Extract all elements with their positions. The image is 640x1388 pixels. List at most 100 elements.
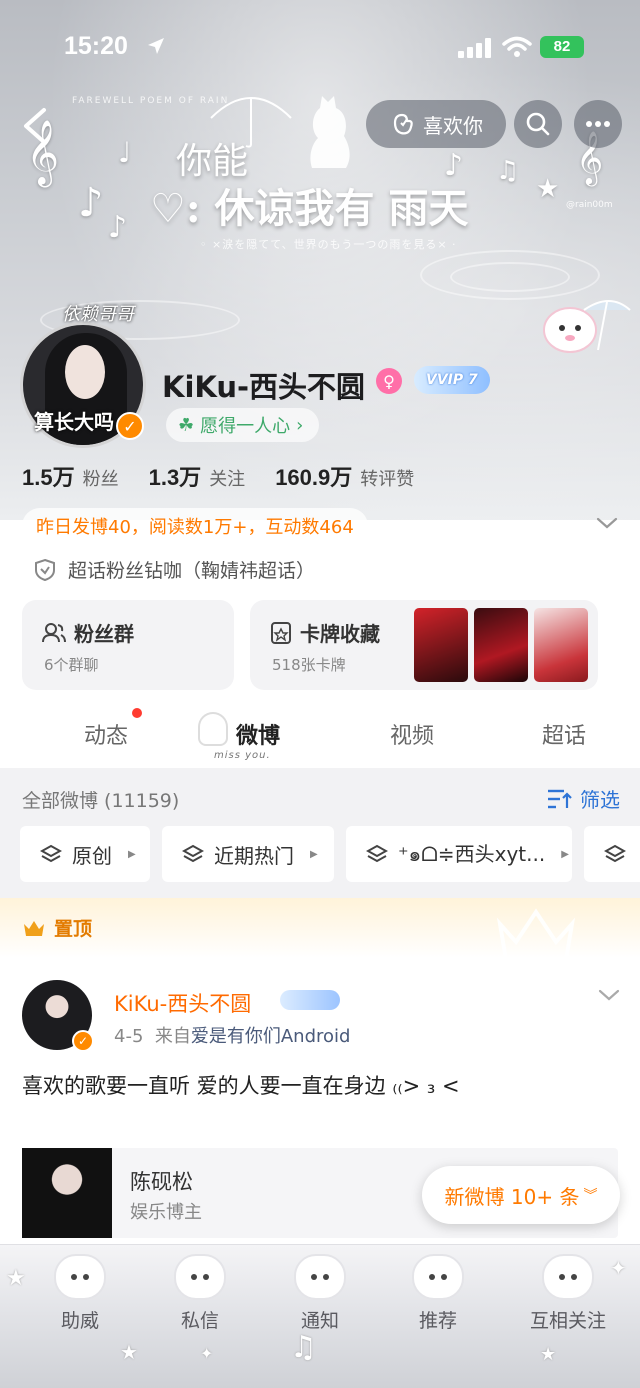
bottom-label: 私信 xyxy=(180,1310,219,1332)
pinned-label: 置顶 xyxy=(54,918,93,940)
ghost-sticker-icon xyxy=(198,712,228,746)
chip-label: 原创 xyxy=(72,843,112,868)
filter-chip-topic[interactable]: ⁺๑ᗝ≑西头xyt... ▶ xyxy=(346,826,572,882)
motto-badge[interactable]: ☘ 愿得一人心 › xyxy=(166,408,320,442)
star-icon: ★ xyxy=(536,174,560,204)
post-author-name[interactable]: KiKu-西头不圆 xyxy=(114,988,251,1018)
layers-icon xyxy=(182,844,204,863)
more-button[interactable] xyxy=(574,100,622,148)
fans-group-card[interactable]: 粉丝群 6个群聊 xyxy=(22,600,234,690)
bottom-recommend[interactable]: 推荐 xyxy=(388,1254,488,1333)
bottom-notify[interactable]: 通知 xyxy=(270,1254,370,1333)
filter-icon xyxy=(548,789,572,808)
ripple-decoration xyxy=(450,262,570,292)
status-time: 15:20 xyxy=(64,32,128,60)
signal-icon xyxy=(458,38,491,58)
profile-stats: 1.5万 粉丝 1.3万 关注 160.9万 转评赞 xyxy=(22,460,444,492)
layers-icon xyxy=(40,844,62,863)
filter-chip-more[interactable] xyxy=(584,826,640,882)
fans-group-title-row: 粉丝群 xyxy=(42,618,134,647)
verified-badge-icon: ✓ xyxy=(116,412,144,440)
like-hand-icon xyxy=(393,113,413,135)
stat-value: 160.9万 xyxy=(275,465,353,490)
card-collection-card[interactable]: 卡牌收藏 518张卡牌 xyxy=(250,600,598,690)
chevron-right-icon: › xyxy=(296,414,304,436)
tab-decoration-text: miss you. xyxy=(214,750,271,761)
bottom-message[interactable]: 私信 xyxy=(150,1254,250,1333)
stat-value: 1.3万 xyxy=(148,465,202,490)
pinned-label-row: 置顶 xyxy=(22,914,92,941)
profile-tabs: 动态 微博 视频 超话 xyxy=(0,700,640,766)
stat-following[interactable]: 1.3万 关注 xyxy=(149,460,246,492)
post-source[interactable]: 爱是有你们Android xyxy=(191,1026,351,1047)
filter-label: 筛选 xyxy=(580,788,620,812)
location-arrow-icon xyxy=(148,38,164,54)
card-collection-title-row: 卡牌收藏 xyxy=(270,618,380,647)
all-posts-count: 全部微博 (11159) xyxy=(22,790,180,812)
verified-badge-icon: ✓ xyxy=(72,1030,94,1052)
cat-sticker-icon xyxy=(543,300,631,353)
like-you-button[interactable]: 喜欢你 xyxy=(366,100,506,148)
post-body-text: 喜欢的歌要一直听 爱的人要一直在身边 ₍₍> ₃ < xyxy=(22,1074,460,1098)
filter-button[interactable]: 筛选 xyxy=(546,784,620,813)
tab-video[interactable]: 视频 xyxy=(390,718,434,750)
double-chevron-down-icon: ︾ xyxy=(583,1188,598,1204)
post-meta: 4-5 来自爱是有你们Android xyxy=(114,1022,350,1048)
music-note-icon: ♪ xyxy=(78,180,104,226)
chevron-down-icon[interactable] xyxy=(596,516,618,530)
notify-sticker-icon xyxy=(294,1254,346,1300)
card-thumbnail xyxy=(474,608,528,682)
group-icon xyxy=(42,622,66,642)
vip-badge-icon xyxy=(280,990,340,1010)
stat-interactions[interactable]: 160.9万 转评赞 xyxy=(275,460,414,492)
repost-name: 陈砚松 xyxy=(130,1170,193,1194)
avatar-tag-top: 依赖哥哥 xyxy=(62,304,134,325)
message-sticker-icon xyxy=(174,1254,226,1300)
layers-icon xyxy=(366,844,388,863)
avatar-tag-bottom: 算长大吗 xyxy=(34,410,114,434)
chip-arrow-icon: ▶ xyxy=(128,848,136,860)
card-icon xyxy=(271,621,291,644)
chip-label: 近期热门 xyxy=(214,843,294,868)
cat-silhouette-icon xyxy=(310,96,350,168)
card-collection-title: 卡牌收藏 xyxy=(300,622,380,646)
battery-indicator: 82 xyxy=(540,36,584,58)
chevron-down-icon[interactable] xyxy=(598,988,620,1002)
search-icon xyxy=(526,112,550,136)
tab-weibo[interactable]: 微博 xyxy=(236,718,280,750)
banner-subline: ◦ ×涙を隠てて、世界のもう一つの雨を見る× · xyxy=(200,238,457,251)
shield-icon xyxy=(35,558,55,581)
wifi-icon xyxy=(502,36,532,57)
bottom-cheer[interactable]: 助威 xyxy=(30,1254,130,1333)
super-topic-badge[interactable]: 超话粉丝钻咖（鞠婧祎超话） xyxy=(34,556,315,583)
filter-chip-trending[interactable]: 近期热门 ▶ xyxy=(162,826,334,882)
clover-icon: ☘ xyxy=(178,414,195,436)
filter-chip-original[interactable]: 原创 ▶ xyxy=(20,826,150,882)
repost-subtitle: 娱乐博主 xyxy=(130,1202,202,1223)
search-button[interactable] xyxy=(514,100,562,148)
bottom-label: 推荐 xyxy=(418,1310,457,1332)
fans-group-title: 粉丝群 xyxy=(74,622,134,646)
bottom-label: 助威 xyxy=(60,1310,99,1332)
banner-handle: @rain00m xyxy=(566,200,613,210)
back-chevron-icon[interactable] xyxy=(18,106,54,146)
star-icon: ★ xyxy=(540,1344,557,1365)
like-you-label: 喜欢你 xyxy=(423,113,483,138)
vvip-badge[interactable]: VVIP 7 xyxy=(414,366,490,394)
bottom-label: 互相关注 xyxy=(529,1310,606,1332)
star-icon: ✦ xyxy=(200,1344,214,1363)
card-thumbnail xyxy=(534,608,588,682)
music-note-icon: ♪ xyxy=(108,210,128,245)
bottom-label: 通知 xyxy=(300,1310,339,1332)
stat-value: 1.5万 xyxy=(22,465,75,490)
tab-dynamic[interactable]: 动态 xyxy=(84,718,128,750)
new-posts-label: 新微博 10+ 条 xyxy=(444,1184,580,1209)
motto-text: 愿得一人心 xyxy=(200,416,291,437)
bottom-mutual-follow[interactable]: 互相关注 xyxy=(508,1254,628,1333)
activity-summary[interactable]: 昨日发博40，阅读数1万+，互动数464 xyxy=(22,508,368,544)
star-icon: ★ xyxy=(120,1340,138,1364)
stat-followers[interactable]: 1.5万 粉丝 xyxy=(22,460,119,492)
tab-super-topic[interactable]: 超话 xyxy=(542,718,586,750)
repost-thumbnail xyxy=(22,1148,112,1238)
new-posts-button[interactable]: 新微博 10+ 条 ︾ xyxy=(422,1166,620,1224)
